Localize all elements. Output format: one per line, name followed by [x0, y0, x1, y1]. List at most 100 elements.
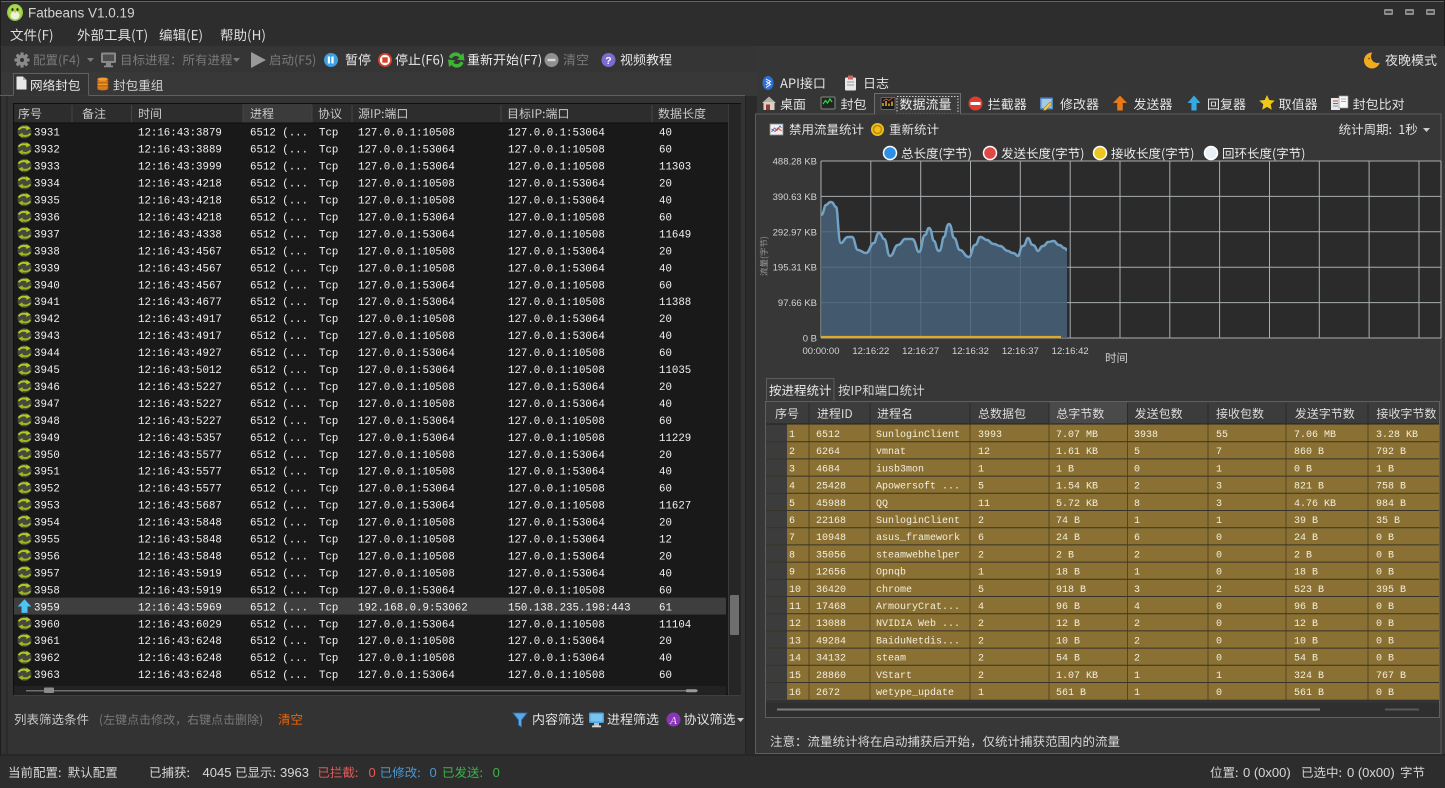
svg-text:12:16:43:5577: 12:16:43:5577 [138, 450, 222, 462]
svg-text:ArmouryCrat...: ArmouryCrat... [876, 602, 960, 613]
svg-text:6512 (...: 6512 (... [250, 518, 308, 530]
svg-text:2: 2 [978, 654, 984, 665]
svg-text:3939: 3939 [34, 263, 60, 275]
svg-text:Tcp: Tcp [319, 280, 338, 292]
svg-text:2: 2 [1216, 585, 1222, 596]
svg-text:Tcp: Tcp [319, 128, 338, 140]
svg-text:0 B: 0 B [1376, 550, 1394, 561]
svg-text:127.0.0.1:10508: 127.0.0.1:10508 [358, 399, 455, 411]
svg-text:12656: 12656 [816, 568, 846, 579]
svg-text:3.28 KB: 3.28 KB [1376, 430, 1418, 441]
svg-text:127.0.0.1:53064: 127.0.0.1:53064 [508, 653, 605, 665]
svg-text:12:16:43:4218: 12:16:43:4218 [138, 212, 222, 224]
svg-text:Tcp: Tcp [319, 450, 338, 462]
svg-text:Tcp: Tcp [319, 501, 338, 513]
svg-text:11229: 11229 [659, 433, 691, 445]
svg-text:60: 60 [659, 212, 672, 224]
svg-text:0 B: 0 B [1294, 464, 1312, 475]
svg-text:5: 5 [789, 499, 795, 510]
svg-text:Tcp: Tcp [319, 179, 338, 191]
svg-text:127.0.0.1:53064: 127.0.0.1:53064 [358, 365, 455, 377]
svg-text:11104: 11104 [659, 619, 691, 631]
svg-text:Tcp: Tcp [319, 331, 338, 343]
svg-text:12:16:43:4917: 12:16:43:4917 [138, 314, 222, 326]
svg-text:?: ? [605, 55, 611, 67]
svg-text:2672: 2672 [816, 688, 840, 699]
svg-text:1: 1 [1216, 671, 1222, 682]
svg-text:767 B: 767 B [1376, 671, 1406, 682]
svg-text:1: 1 [1134, 671, 1140, 682]
svg-text:12:16:43:5848: 12:16:43:5848 [138, 551, 222, 563]
svg-text:Tcp: Tcp [319, 518, 338, 530]
svg-text:20: 20 [659, 382, 672, 394]
svg-text:11627: 11627 [659, 501, 691, 513]
svg-text:4: 4 [789, 482, 795, 493]
svg-text:4.76 KB: 4.76 KB [1294, 499, 1336, 510]
svg-text:Tcp: Tcp [319, 399, 338, 411]
svg-text:2: 2 [978, 636, 984, 647]
svg-text:iusb3mon: iusb3mon [876, 463, 924, 475]
svg-text:10: 10 [789, 585, 801, 596]
svg-text:127.0.0.1:53064: 127.0.0.1:53064 [358, 280, 455, 292]
svg-text:6512 (...: 6512 (... [250, 246, 308, 258]
svg-text:61: 61 [659, 602, 672, 614]
svg-text:0 B: 0 B [1376, 619, 1394, 630]
svg-text:127.0.0.1:10508: 127.0.0.1:10508 [358, 551, 455, 563]
svg-text:40: 40 [659, 331, 672, 343]
svg-text:1 B: 1 B [1376, 464, 1394, 475]
svg-text:127.0.0.1:10508: 127.0.0.1:10508 [358, 653, 455, 665]
svg-text:561 B: 561 B [1056, 688, 1086, 699]
svg-text:0: 0 [1216, 619, 1222, 630]
svg-text:40: 40 [659, 263, 672, 275]
svg-text:6512 (...: 6512 (... [250, 128, 308, 140]
svg-text:127.0.0.1:53064: 127.0.0.1:53064 [508, 382, 605, 394]
svg-text:6512 (...: 6512 (... [250, 297, 308, 309]
svg-text:1: 1 [978, 688, 984, 699]
svg-text:20: 20 [659, 246, 672, 258]
svg-text:195.31 KB: 195.31 KB [773, 263, 817, 274]
svg-text:3956: 3956 [34, 551, 60, 563]
svg-text:Tcp: Tcp [319, 263, 338, 275]
svg-text:10 B: 10 B [1056, 636, 1080, 647]
svg-text:292.97 KB: 292.97 KB [773, 227, 817, 238]
svg-text:Tcp: Tcp [319, 229, 338, 241]
svg-text:7: 7 [789, 533, 795, 544]
svg-text:127.0.0.1:53064: 127.0.0.1:53064 [508, 314, 605, 326]
svg-text:6512 (...: 6512 (... [250, 399, 308, 411]
svg-text:10 B: 10 B [1294, 636, 1318, 647]
svg-text:12:16:43:5357: 12:16:43:5357 [138, 433, 222, 445]
svg-text:127.0.0.1:10508: 127.0.0.1:10508 [508, 162, 605, 174]
svg-text:0: 0 [1216, 550, 1222, 561]
svg-text:6512 (...: 6512 (... [250, 382, 308, 394]
svg-text:3: 3 [789, 464, 795, 475]
svg-text:127.0.0.1:10508: 127.0.0.1:10508 [508, 670, 605, 682]
svg-text:60: 60 [659, 585, 672, 597]
svg-text:1: 1 [1216, 516, 1222, 527]
svg-text:127.0.0.1:53064: 127.0.0.1:53064 [358, 229, 455, 241]
svg-text:6512 (...: 6512 (... [250, 365, 308, 377]
svg-text:6: 6 [978, 533, 984, 544]
svg-text:34132: 34132 [816, 654, 846, 665]
svg-text:6512 (...: 6512 (... [250, 501, 308, 513]
svg-text:A: A [669, 715, 677, 727]
svg-text:40: 40 [659, 196, 672, 208]
svg-text:49284: 49284 [816, 636, 846, 647]
svg-text:Tcp: Tcp [319, 585, 338, 597]
svg-text:35 B: 35 B [1376, 516, 1400, 527]
svg-text:Tcp: Tcp [319, 212, 338, 224]
svg-text:3933: 3933 [34, 162, 60, 174]
svg-text:488.28 KB: 488.28 KB [773, 157, 817, 168]
svg-text:2: 2 [978, 671, 984, 682]
svg-text:6512 (...: 6512 (... [250, 179, 308, 191]
svg-text:wetype_update: wetype_update [876, 687, 954, 699]
svg-text:127.0.0.1:53064: 127.0.0.1:53064 [358, 416, 455, 428]
svg-text:127.0.0.1:53064: 127.0.0.1:53064 [358, 348, 455, 360]
svg-text:127.0.0.1:53064: 127.0.0.1:53064 [358, 145, 455, 157]
svg-text:127.0.0.1:10508: 127.0.0.1:10508 [508, 619, 605, 631]
svg-text:11303: 11303 [659, 162, 691, 174]
svg-text:3958: 3958 [34, 585, 60, 597]
svg-text:3961: 3961 [34, 636, 60, 648]
svg-text:127.0.0.1:10508: 127.0.0.1:10508 [358, 636, 455, 648]
svg-text:3993: 3993 [978, 430, 1002, 441]
svg-text:0 B: 0 B [1376, 654, 1394, 665]
